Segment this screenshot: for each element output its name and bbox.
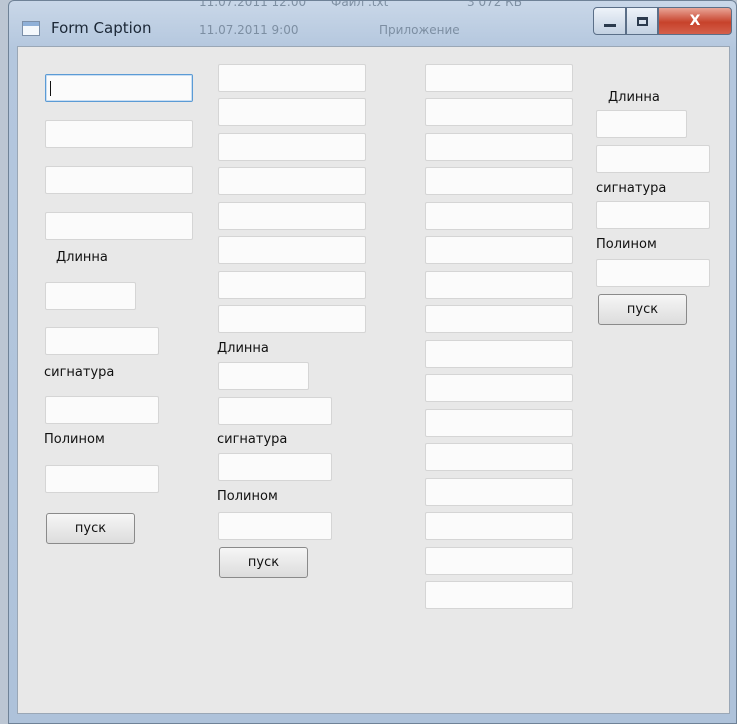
panel2-text-4[interactable] (218, 167, 366, 195)
panel3-text-12[interactable] (425, 443, 573, 471)
title-bar[interactable]: 11.07.2011 12:00 Файл .txt 3 072 КБ 11.0… (9, 1, 736, 47)
panel4-start-button[interactable]: пуск (598, 294, 687, 325)
background-window-text: 3 072 КБ (467, 0, 522, 9)
close-button[interactable]: X (658, 7, 732, 35)
panel1-length-field[interactable] (45, 282, 136, 310)
panel1-length-field-2[interactable] (45, 327, 159, 355)
panel2-text-1[interactable] (218, 64, 366, 92)
panel3-text-15[interactable] (425, 547, 573, 575)
panel1-polynom-label: Полином (44, 432, 105, 447)
panel1-polynom-field[interactable] (45, 465, 159, 493)
panel3-text-3[interactable] (425, 133, 573, 161)
panel3-text-7[interactable] (425, 271, 573, 299)
text-caret (50, 81, 51, 96)
panel2-text-3[interactable] (218, 133, 366, 161)
panel4-length-field[interactable] (596, 110, 687, 138)
panel2-text-2[interactable] (218, 98, 366, 126)
panel3-text-11[interactable] (425, 409, 573, 437)
panel3-text-2[interactable] (425, 98, 573, 126)
background-window-text: 11.07.2011 12:00 (199, 0, 307, 9)
panel4-signature-field[interactable] (596, 201, 710, 229)
panel4-signature-label: сигнатура (596, 181, 667, 196)
panel2-length-label: Длинна (217, 341, 269, 356)
panel2-text-5[interactable] (218, 202, 366, 230)
panel1-signature-field[interactable] (45, 396, 159, 424)
background-window-text: 11.07.2011 9:00 (199, 23, 299, 37)
minimize-icon (603, 23, 616, 27)
panel4-length-field-2[interactable] (596, 145, 710, 173)
panel2-polynom-field[interactable] (218, 512, 332, 540)
panel3-text-6[interactable] (425, 236, 573, 264)
panel3-text-1[interactable] (425, 64, 573, 92)
background-window-text: Приложение (379, 23, 460, 37)
panel3-text-13[interactable] (425, 478, 573, 506)
form-client-area: Длинна сигнатура Полином пуск Длинна сиг… (17, 46, 730, 714)
panel3-text-9[interactable] (425, 340, 573, 368)
window-icon (22, 21, 40, 36)
panel4-polynom-label: Полином (596, 237, 657, 252)
panel3-text-14[interactable] (425, 512, 573, 540)
panel2-polynom-label: Полином (217, 489, 278, 504)
panel3-text-5[interactable] (425, 202, 573, 230)
panel4-length-label: Длинна (608, 90, 660, 105)
minimize-button[interactable] (593, 7, 626, 35)
panel3-text-4[interactable] (425, 167, 573, 195)
panel2-signature-label: сигнатура (217, 432, 288, 447)
panel2-length-field[interactable] (218, 362, 309, 390)
panel3-text-8[interactable] (425, 305, 573, 333)
panel1-text-4[interactable] (45, 212, 193, 240)
panel2-signature-field[interactable] (218, 453, 332, 481)
panel3-text-10[interactable] (425, 374, 573, 402)
panel1-text-1[interactable] (45, 74, 193, 102)
panel2-length-field-2[interactable] (218, 397, 332, 425)
maximize-icon (636, 16, 648, 26)
panel2-text-8[interactable] (218, 305, 366, 333)
panel1-text-3[interactable] (45, 166, 193, 194)
maximize-button[interactable] (626, 7, 658, 35)
panel2-text-7[interactable] (218, 271, 366, 299)
panel2-text-6[interactable] (218, 236, 366, 264)
form-window: 11.07.2011 12:00 Файл .txt 3 072 КБ 11.0… (8, 0, 737, 724)
panel1-length-label: Длинна (56, 250, 108, 265)
panel2-start-button[interactable]: пуск (219, 547, 308, 578)
panel3-text-16[interactable] (425, 581, 573, 609)
panel4-polynom-field[interactable] (596, 259, 710, 287)
caption-buttons: X (593, 7, 734, 40)
window-title: Form Caption (51, 19, 152, 37)
panel1-signature-label: сигнатура (44, 365, 115, 380)
close-icon: X (689, 13, 701, 29)
background-window-text: Файл .txt (331, 0, 389, 9)
panel1-start-button[interactable]: пуск (46, 513, 135, 544)
panel1-text-2[interactable] (45, 120, 193, 148)
